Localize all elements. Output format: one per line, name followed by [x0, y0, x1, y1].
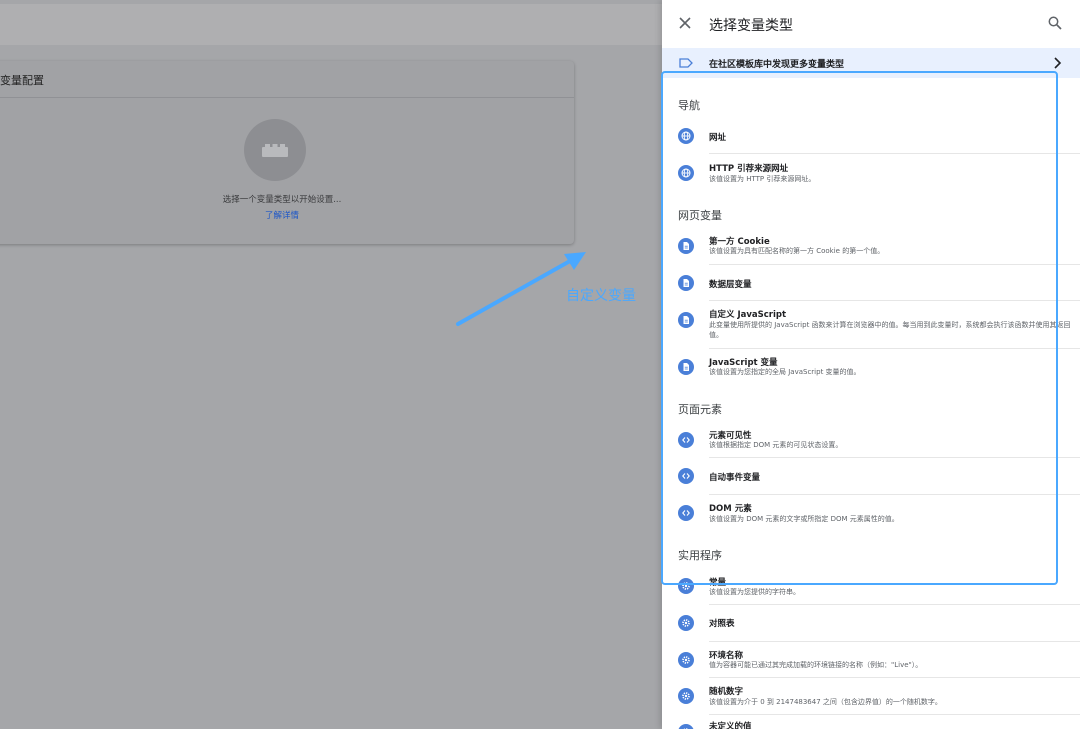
- gear-icon: [678, 652, 694, 668]
- variable-type-name: HTTP 引荐来源网址: [709, 164, 789, 174]
- variable-type-name: 未定义的值: [709, 722, 752, 729]
- variable-type-url[interactable]: 网址: [662, 118, 1080, 154]
- section-title-page-variables: 网页变量: [678, 209, 722, 222]
- section-title-page-elements: 页面元素: [678, 403, 722, 416]
- community-gallery-link[interactable]: 在社区模板库中发现更多变量类型: [662, 48, 1080, 78]
- variable-placeholder-icon[interactable]: [244, 119, 306, 181]
- variable-type-name: DOM 元素: [709, 504, 752, 514]
- card-title: 变量配置: [0, 74, 44, 87]
- variable-type-undefined-value[interactable]: 未定义的值: [662, 715, 1080, 729]
- close-icon[interactable]: [677, 15, 693, 31]
- variable-type-custom-javascript[interactable]: 自定义 JavaScript 此变量使用所提供的 JavaScript 函数来计…: [662, 301, 1080, 349]
- variable-type-description: 该值设置为具有匹配名称的第一方 Cookie 的第一个值。: [709, 247, 885, 255]
- annotation-label: 自定义变量: [566, 288, 636, 304]
- section-title-utilities: 实用程序: [678, 549, 722, 562]
- drawer-header: 选择变量类型: [662, 0, 1080, 46]
- variable-type-description: 该值设置为 DOM 元素的文字或所指定 DOM 元素属性的值。: [709, 515, 899, 523]
- code-brackets-icon: [678, 505, 694, 521]
- code-brackets-icon: [678, 432, 694, 448]
- variable-type-description: 该值设置为 HTTP 引荐来源网址。: [709, 175, 816, 183]
- globe-icon: [678, 165, 694, 181]
- variable-type-name: 随机数字: [709, 687, 744, 697]
- learn-more-link[interactable]: 了解详情: [0, 209, 574, 221]
- row-divider: [709, 153, 1080, 154]
- variable-type-auto-event[interactable]: 自动事件变量: [662, 458, 1080, 495]
- variable-type-javascript-variable[interactable]: JavaScript 变量 该值设置为您指定的全局 JavaScript 变量的…: [662, 349, 1080, 385]
- variable-type-description: 该值根据指定 DOM 元素的可见状态设置。: [709, 441, 843, 449]
- variable-type-random-number[interactable]: 随机数字 该值设置为介于 0 到 2147483647 之间（包含边界值）的一个…: [662, 678, 1080, 715]
- variable-type-dom-element[interactable]: DOM 元素 该值设置为 DOM 元素的文字或所指定 DOM 元素属性的值。: [662, 495, 1080, 532]
- document-icon: [678, 238, 694, 254]
- variable-type-description: 此变量使用所提供的 JavaScript 函数来计算在浏览器中的值。每当用到此变…: [709, 321, 1071, 339]
- variable-type-description: 该值设置为介于 0 到 2147483647 之间（包含边界值）的一个随机数字。: [709, 698, 942, 706]
- variable-type-lookup-table[interactable]: 对照表: [662, 605, 1080, 642]
- variable-type-description: 值为容器可能已通过其完成加载的环境链接的名称（例如："Live"）。: [709, 661, 923, 669]
- gear-icon: [678, 578, 694, 594]
- globe-icon: [678, 128, 694, 144]
- variable-type-name: 自定义 JavaScript: [709, 310, 787, 320]
- variable-type-environment-name[interactable]: 环境名称 值为容器可能已通过其完成加载的环境链接的名称（例如："Live"）。: [662, 642, 1080, 678]
- document-icon: [678, 275, 694, 291]
- drawer-title: 选择变量类型: [709, 18, 793, 34]
- variable-type-description: 该值设置为您提供的字符串。: [709, 588, 800, 596]
- variable-type-constant[interactable]: 常量 该值设置为您提供的字符串。: [662, 569, 1080, 605]
- variable-type-name: 网址: [709, 133, 727, 143]
- community-link-label: 在社区模板库中发现更多变量类型: [709, 60, 845, 70]
- variable-type-name: 对照表: [709, 619, 735, 629]
- variable-type-description: 该值设置为您指定的全局 JavaScript 变量的值。: [709, 368, 861, 376]
- tag-icon: [679, 58, 693, 68]
- code-brackets-icon: [678, 468, 694, 484]
- config-hint: 选择一个变量类型以开始设置...: [222, 195, 342, 205]
- workspace-overlay[interactable]: 变量配置 选择一个变量类型以开始设置... 了解详情 自定义变量: [0, 0, 662, 729]
- workspace-header: [0, 4, 662, 45]
- variable-type-first-party-cookie[interactable]: 第一方 Cookie 该值设置为具有匹配名称的第一方 Cookie 的第一个值。: [662, 229, 1080, 265]
- variable-type-element-visibility[interactable]: 元素可见性 该值根据指定 DOM 元素的可见状态设置。: [662, 422, 1080, 458]
- variable-type-http-referrer[interactable]: HTTP 引荐来源网址 该值设置为 HTTP 引荐来源网址。: [662, 155, 1080, 192]
- variable-config-card[interactable]: 变量配置 选择一个变量类型以开始设置... 了解详情: [0, 61, 574, 244]
- variable-type-name: 数据层变量: [709, 280, 752, 290]
- search-icon[interactable]: [1048, 16, 1062, 30]
- section-title-navigation: 导航: [678, 99, 700, 112]
- chevron-right-icon: [1054, 57, 1062, 69]
- gear-icon: [678, 724, 694, 729]
- variable-type-data-layer[interactable]: 数据层变量: [662, 265, 1080, 301]
- document-icon: [678, 312, 694, 328]
- blocks-icon: [262, 144, 288, 157]
- gear-icon: [678, 615, 694, 631]
- document-icon: [678, 359, 694, 375]
- variable-type-name: 自动事件变量: [709, 473, 761, 483]
- gear-icon: [678, 688, 694, 704]
- variable-type-drawer: 选择变量类型 在社区模板库中发现更多变量类型 导航 网址 HTTP 引荐来源网址…: [662, 0, 1080, 729]
- card-divider: [0, 97, 574, 98]
